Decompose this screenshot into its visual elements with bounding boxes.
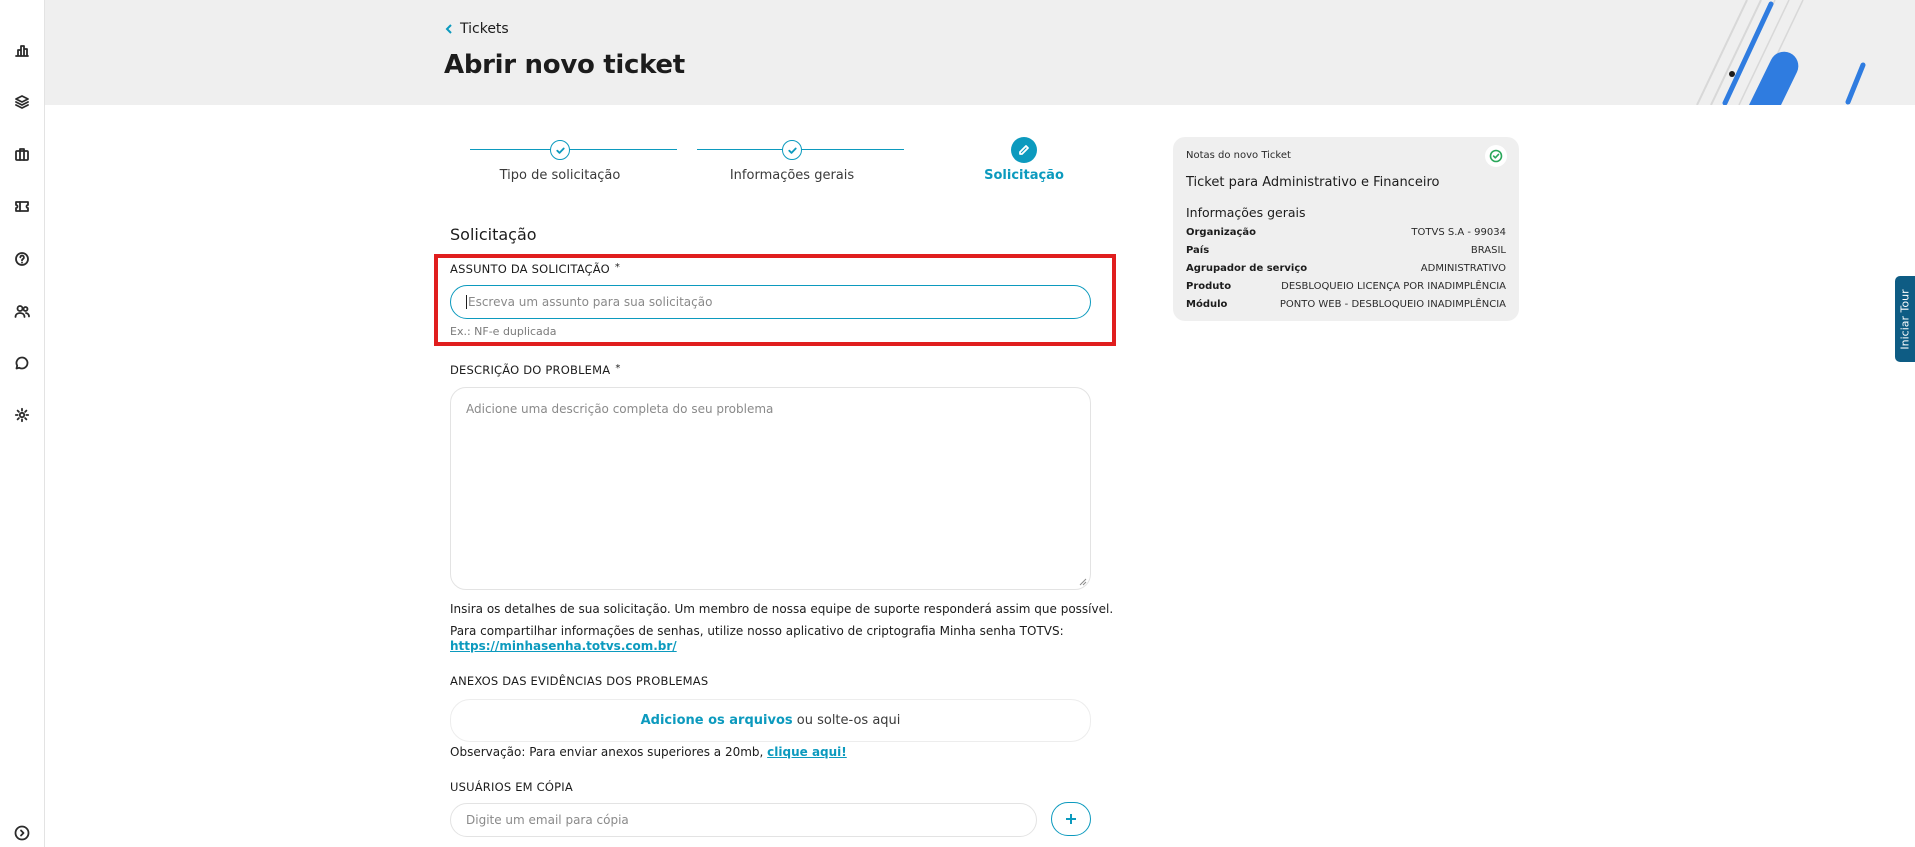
- chevron-right-circle-icon[interactable]: [12, 823, 32, 843]
- card-row-key: Módulo: [1186, 299, 1228, 310]
- page-title: Abrir novo ticket: [444, 50, 685, 80]
- add-files-link[interactable]: Adicione os arquivos: [641, 713, 793, 728]
- step-2-label[interactable]: Informações gerais: [730, 168, 854, 183]
- password-note: Para compartilhar informações de senhas,…: [450, 624, 1064, 638]
- sidebar: [0, 0, 45, 847]
- attachments-dropzone[interactable]: Adicione os arquivos ou solte-os aqui: [450, 699, 1091, 742]
- briefcase-icon[interactable]: [12, 144, 32, 164]
- card-row-value: DESBLOQUEIO LICENÇA POR INADIMPLÊNCIA: [1281, 281, 1506, 292]
- page-header: Tickets Abrir novo ticket: [45, 0, 1915, 105]
- plus-icon: [1066, 814, 1076, 824]
- attachments-note: Observação: Para enviar anexos superiore…: [450, 745, 847, 759]
- description-label-text: DESCRIÇÃO DO PROBLEMA: [450, 363, 611, 377]
- stepper: Tipo de solicitação Informações gerais S…: [450, 137, 1064, 190]
- chat-icon[interactable]: [12, 353, 32, 373]
- cc-email-input[interactable]: Digite um email para cópia: [450, 803, 1037, 837]
- check-circle-icon: [1485, 145, 1507, 167]
- card-row-key: Organização: [1186, 227, 1256, 238]
- ticket-icon[interactable]: [12, 196, 32, 216]
- password-link-wrap: https://minhasenha.totvs.com.br/: [450, 639, 677, 653]
- ticket-notes-card: Notas do novo Ticket Ticket para Adminis…: [1173, 137, 1519, 321]
- card-row-value: TOTVS S.A - 99034: [1411, 227, 1506, 238]
- attachments-note-text: Observação: Para enviar anexos superiore…: [450, 745, 768, 759]
- details-note: Insira os detalhes de sua solicitação. U…: [450, 602, 1114, 616]
- add-cc-button[interactable]: [1051, 802, 1091, 836]
- gear-icon[interactable]: [12, 405, 32, 425]
- check-icon: [555, 147, 565, 154]
- card-row-value: PONTO WEB - DESBLOQUEIO INADIMPLÊNCIA: [1279, 299, 1506, 310]
- step-3-label[interactable]: Solicitação: [984, 168, 1064, 183]
- section-title: Solicitação: [450, 225, 537, 244]
- step-1-indicator[interactable]: [550, 140, 570, 160]
- check-icon: [787, 147, 797, 154]
- card-subtitle: Informações gerais: [1186, 205, 1306, 220]
- highlight-box: [434, 254, 1116, 346]
- card-row: País BRASIL: [1186, 245, 1506, 256]
- layers-icon[interactable]: [12, 92, 32, 112]
- required-mark: *: [615, 363, 621, 374]
- password-link[interactable]: https://minhasenha.totvs.com.br/: [450, 639, 677, 653]
- help-icon[interactable]: [12, 249, 32, 269]
- breadcrumb-back-link[interactable]: Tickets: [444, 21, 509, 37]
- card-row: Agrupador de serviço ADMINISTRATIVO: [1186, 263, 1506, 274]
- chevron-left-icon: [444, 24, 454, 34]
- pencil-icon: [1019, 145, 1029, 155]
- start-tour-label: Iniciar Tour: [1898, 288, 1912, 350]
- card-header: Notas do novo Ticket: [1186, 150, 1291, 161]
- resize-handle-icon[interactable]: [1079, 578, 1087, 586]
- card-row-value: ADMINISTRATIVO: [1420, 263, 1506, 274]
- chart-bar-icon[interactable]: [12, 40, 32, 60]
- attachments-label: ANEXOS DAS EVIDÊNCIAS DOS PROBLEMAS: [450, 674, 709, 688]
- description-label: DESCRIÇÃO DO PROBLEMA *: [450, 363, 621, 377]
- card-row-value: BRASIL: [1470, 245, 1506, 256]
- card-row-key: Agrupador de serviço: [1186, 263, 1308, 274]
- drop-text: ou solte-os aqui: [792, 713, 901, 728]
- click-here-link[interactable]: clique aqui!: [767, 745, 847, 759]
- card-title: Ticket para Administrativo e Financeiro: [1186, 175, 1440, 190]
- card-row: Produto DESBLOQUEIO LICENÇA POR INADIMPL…: [1186, 281, 1506, 292]
- description-textarea[interactable]: Adicione uma descrição completa do seu p…: [450, 387, 1091, 590]
- step-2-indicator[interactable]: [782, 140, 802, 160]
- header-decoration: [1696, 0, 1866, 105]
- start-tour-tab[interactable]: Iniciar Tour: [1895, 276, 1915, 362]
- card-row-key: País: [1186, 245, 1210, 256]
- step-3-indicator[interactable]: [1011, 137, 1037, 163]
- cc-placeholder: Digite um email para cópia: [466, 813, 629, 827]
- page: Tickets Abrir novo ticket Tipo de solici…: [0, 0, 1915, 847]
- card-row: Organização TOTVS S.A - 99034: [1186, 227, 1506, 238]
- description-placeholder: Adicione uma descrição completa do seu p…: [466, 402, 774, 416]
- cc-label: USUÁRIOS EM CÓPIA: [450, 780, 573, 794]
- users-icon[interactable]: [12, 301, 32, 321]
- breadcrumb-label: Tickets: [460, 21, 509, 37]
- card-row-key: Produto: [1186, 281, 1232, 292]
- step-1-label[interactable]: Tipo de solicitação: [500, 168, 621, 183]
- step-connector: [470, 149, 677, 150]
- card-row: Módulo PONTO WEB - DESBLOQUEIO INADIMPLÊ…: [1186, 299, 1506, 310]
